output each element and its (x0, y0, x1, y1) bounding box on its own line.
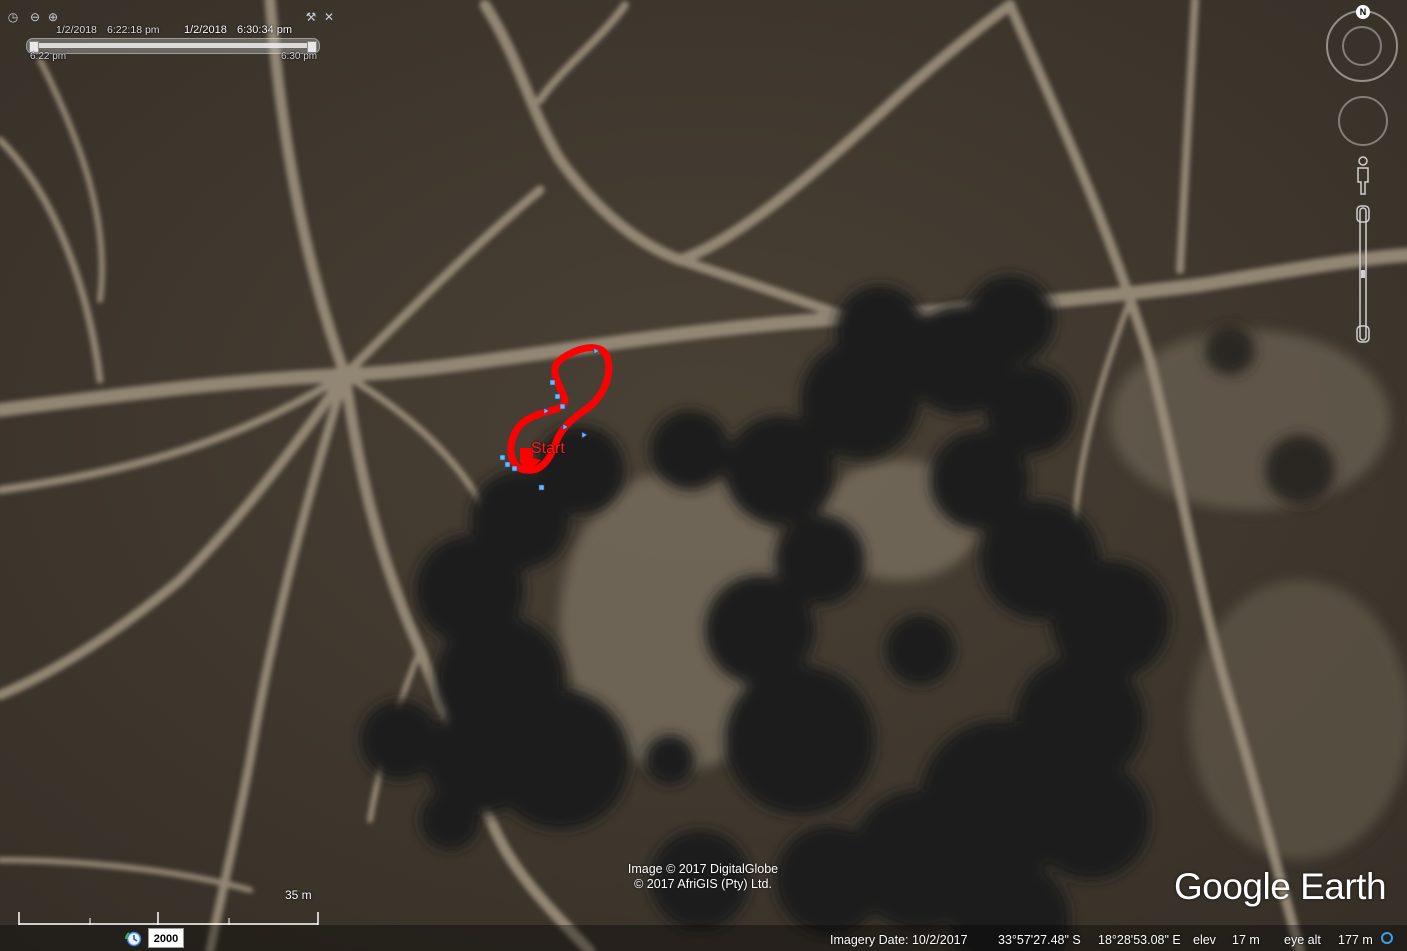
zoom-slider[interactable] (1356, 204, 1370, 344)
time-min-label: 6:22 pm (30, 51, 67, 62)
zoom-in-icon[interactable]: ⊕ (46, 10, 60, 24)
clock-icon[interactable] (124, 930, 144, 948)
scale-label: 35 m (285, 888, 312, 902)
time-slider-range (33, 43, 311, 48)
close-icon[interactable]: ✕ (322, 10, 336, 24)
elevation-value: 17 m (1232, 933, 1260, 947)
pegman-icon[interactable] (1355, 156, 1371, 196)
north-indicator[interactable]: N (1356, 5, 1370, 19)
time-slider-track[interactable] (26, 38, 320, 54)
zoom-out-icon[interactable]: ⊖ (28, 10, 42, 24)
time-start-date: 1/2/2018 (56, 24, 97, 36)
historical-year-box[interactable]: 2000 (148, 928, 184, 948)
credit-line-2: © 2017 AfriGIS (Pty) Ltd. (634, 877, 772, 891)
latitude: 33°57'27.48" S (998, 933, 1081, 947)
time-slider[interactable]: ◷ ⊖ ⊕ 1/2/2018 6:22:18 pm 1/2/2018 6:30:… (4, 4, 336, 64)
longitude: 18°28'53.08" E (1098, 933, 1181, 947)
clock-icon[interactable]: ◷ (6, 10, 20, 24)
imagery-date: Imagery Date: 10/2/2017 (830, 933, 968, 947)
scale-bar (18, 912, 319, 925)
track-start-label: Start (531, 440, 565, 457)
wrench-icon[interactable]: ⚒ (304, 10, 318, 24)
time-max-label: 6:30 pm (281, 51, 318, 62)
credit-line-1: Image © 2017 DigitalGlobe (627, 862, 779, 876)
elevation-label: elev (1193, 933, 1216, 947)
status-bar: Imagery Date: 10/2/2017 33°57'27.48" S 1… (0, 925, 1407, 951)
look-joystick[interactable] (1338, 96, 1388, 146)
satellite-map[interactable] (0, 0, 1407, 951)
logo-part-2: Earth (1300, 866, 1387, 907)
eye-altitude-label: eye alt (1284, 933, 1321, 947)
google-earth-logo: Google Earth (1174, 866, 1387, 908)
compass-ring[interactable] (1326, 10, 1398, 82)
navigation-controls: N (1322, 4, 1404, 349)
compass-center[interactable] (1342, 26, 1382, 66)
eye-altitude-value: 177 m (1338, 933, 1373, 947)
time-end-date: 1/2/2018 (184, 24, 227, 36)
logo-part-1: Google (1174, 866, 1291, 907)
time-end-time: 6:30:34 pm (237, 24, 293, 36)
streaming-icon (1381, 932, 1393, 944)
time-start-time: 6:22:18 pm (107, 24, 160, 36)
imagery-credits: Image © 2017 DigitalGlobe © 2017 AfriGIS… (580, 862, 826, 892)
